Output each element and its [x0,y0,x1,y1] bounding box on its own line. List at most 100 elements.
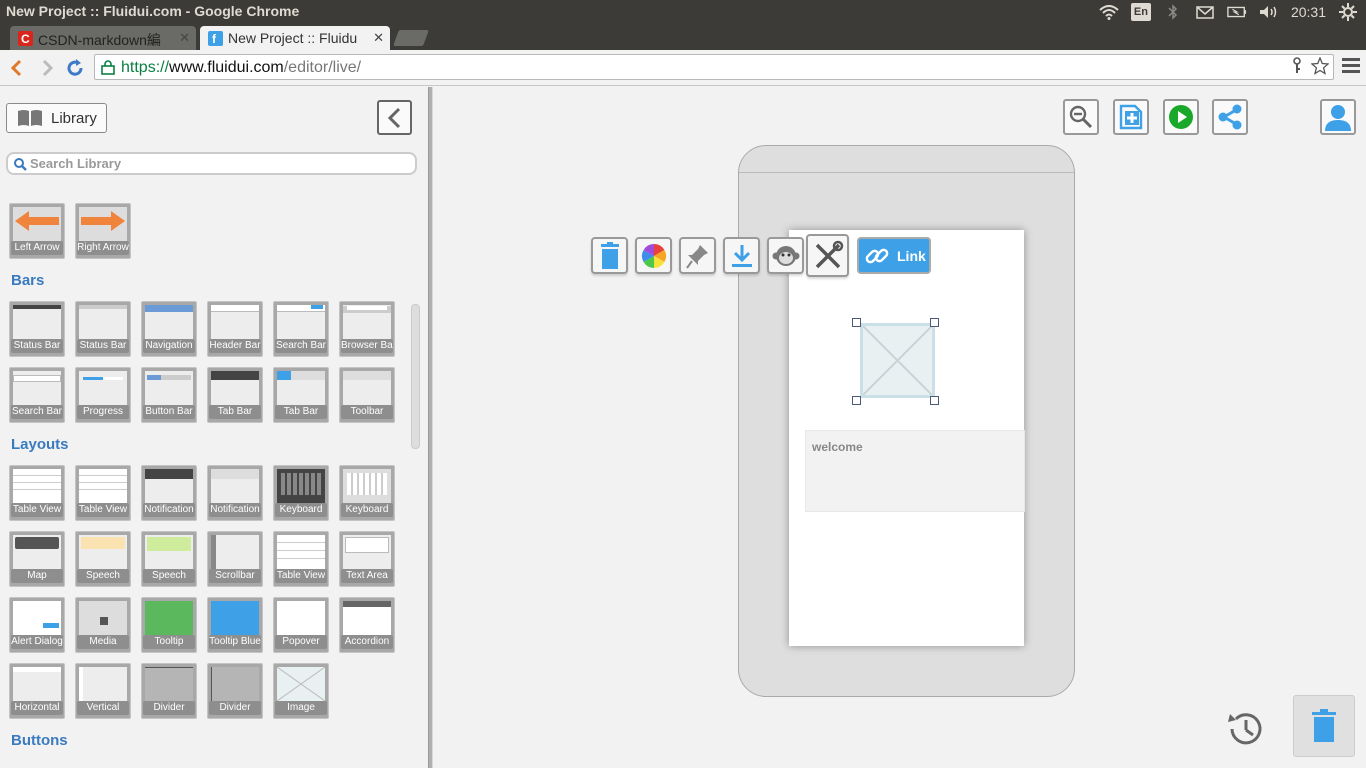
text-area-element[interactable]: welcome [805,430,1025,512]
user-account-button[interactable] [1320,99,1356,135]
forward-icon[interactable] [36,57,58,79]
library-search[interactable] [6,152,417,175]
keyboard-layout-indicator[interactable]: En [1130,3,1151,21]
left-arrow-thumbnail [13,207,61,241]
history-button[interactable] [1223,707,1267,751]
library-item[interactable]: Table View [9,465,65,521]
settings-button[interactable] [806,234,849,277]
resize-handle-bottom-right[interactable] [930,396,939,405]
library-item[interactable]: Button Bar [141,367,197,423]
library-item[interactable]: Tooltip Blue [207,597,263,653]
key-icon[interactable] [1291,57,1303,80]
thumbnail [79,305,127,339]
library-item[interactable]: Divider [207,663,263,719]
library-item[interactable]: Divider [141,663,197,719]
library-item[interactable]: Accordion [339,597,395,653]
thumbnail [277,305,325,339]
library-item[interactable]: Scrollbar [207,531,263,587]
new-tab-button[interactable] [393,30,429,46]
resize-handle-top-left[interactable] [852,318,861,327]
zoom-out-button[interactable] [1063,99,1099,135]
browser-menu-icon[interactable] [1342,58,1360,76]
url-text[interactable]: https://www.fluidui.com/editor/live/ [121,59,361,77]
library-item-left-arrow[interactable]: Left Arrow [9,203,65,259]
close-icon[interactable]: ✕ [373,30,384,46]
tab-fluidui[interactable]: f New Project :: Fluidu ✕ [200,26,390,50]
library-item[interactable]: Notification [141,465,197,521]
library-item[interactable]: Header Bar [207,301,263,357]
thumbnail [343,535,391,569]
library-item[interactable]: Search Bar [273,301,329,357]
mail-icon[interactable] [1195,4,1215,20]
tab-csdn[interactable]: C CSDN-markdown編 ✕ [10,26,196,50]
library-item[interactable]: Popover [273,597,329,653]
tile-label: Tab Bar [275,405,327,419]
reload-icon[interactable] [64,57,86,79]
window-title: New Project :: Fluidui.com - Google Chro… [6,3,300,19]
wifi-icon[interactable] [1099,4,1119,20]
link-button[interactable]: Link [857,237,931,274]
tile-label: Table View [77,503,129,517]
thumbnail [277,601,325,635]
volume-icon[interactable] [1259,4,1279,20]
color-picker-button[interactable] [635,237,672,274]
library-item[interactable]: Search Bar [9,367,65,423]
library-item[interactable]: Browser Bar [339,301,395,357]
back-icon[interactable] [6,57,28,79]
library-scrollbar[interactable] [411,304,420,449]
tab-title: New Project :: Fluidu [228,30,358,46]
library-item[interactable]: Status Bar [9,301,65,357]
library-item[interactable]: Speech [75,531,131,587]
library-item-right-arrow[interactable]: Right Arrow [75,203,131,259]
preview-play-button[interactable] [1163,99,1199,135]
chevron-left-icon [387,107,400,128]
thumbnail [13,371,61,405]
pin-button[interactable] [679,237,716,274]
library-item[interactable]: Alert Dialog [9,597,65,653]
library-item[interactable]: Vertical [75,663,131,719]
library-item[interactable]: Tab Bar [207,367,263,423]
bookmark-star-icon[interactable] [1310,56,1330,80]
library-item[interactable]: Navigation [141,301,197,357]
share-button[interactable] [1212,99,1248,135]
close-icon[interactable]: ✕ [179,30,190,46]
monkey-interaction-button[interactable] [767,237,804,274]
resize-handle-bottom-left[interactable] [852,396,861,405]
library-item[interactable]: Status Bar [75,301,131,357]
editor-canvas[interactable]: welcome Link [433,87,1366,768]
collapse-panel-button[interactable] [377,100,412,135]
thumbnail [343,371,391,405]
search-input[interactable] [30,155,400,172]
bluetooth-icon[interactable] [1163,4,1183,20]
library-panel: Library Left Arrow Right Arrow Bars Stat… [0,87,428,768]
library-item[interactable]: Progress [75,367,131,423]
trash-drop-zone[interactable] [1293,695,1355,757]
library-item[interactable]: Tooltip [141,597,197,653]
library-item[interactable]: Keyboard [339,465,395,521]
thumbnail [79,469,127,503]
library-item[interactable]: Keyboard [273,465,329,521]
library-item[interactable]: Image [273,663,329,719]
battery-icon[interactable] [1227,4,1247,20]
library-item[interactable]: Tab Bar [273,367,329,423]
delete-element-button[interactable] [591,237,628,274]
thumbnail [79,371,127,405]
library-item[interactable]: Map [9,531,65,587]
image-placeholder-element[interactable] [860,323,935,398]
library-item[interactable]: Speech [141,531,197,587]
library-item[interactable]: Notification [207,465,263,521]
address-bar[interactable]: https://www.fluidui.com/editor/live/ [94,54,1334,80]
wrench-icon [815,240,843,268]
library-button[interactable]: Library [6,103,107,133]
download-button[interactable] [723,237,760,274]
resize-handle-top-right[interactable] [930,318,939,327]
settings-gear-icon[interactable] [1338,3,1358,21]
library-item[interactable]: Media [75,597,131,653]
library-item[interactable]: Toolbar [339,367,395,423]
library-item[interactable]: Horizontal [9,663,65,719]
library-item[interactable]: Table View [273,531,329,587]
library-item[interactable]: Text Area [339,531,395,587]
clock[interactable]: 20:31 [1291,4,1326,20]
add-page-button[interactable] [1113,99,1149,135]
library-item[interactable]: Table View [75,465,131,521]
